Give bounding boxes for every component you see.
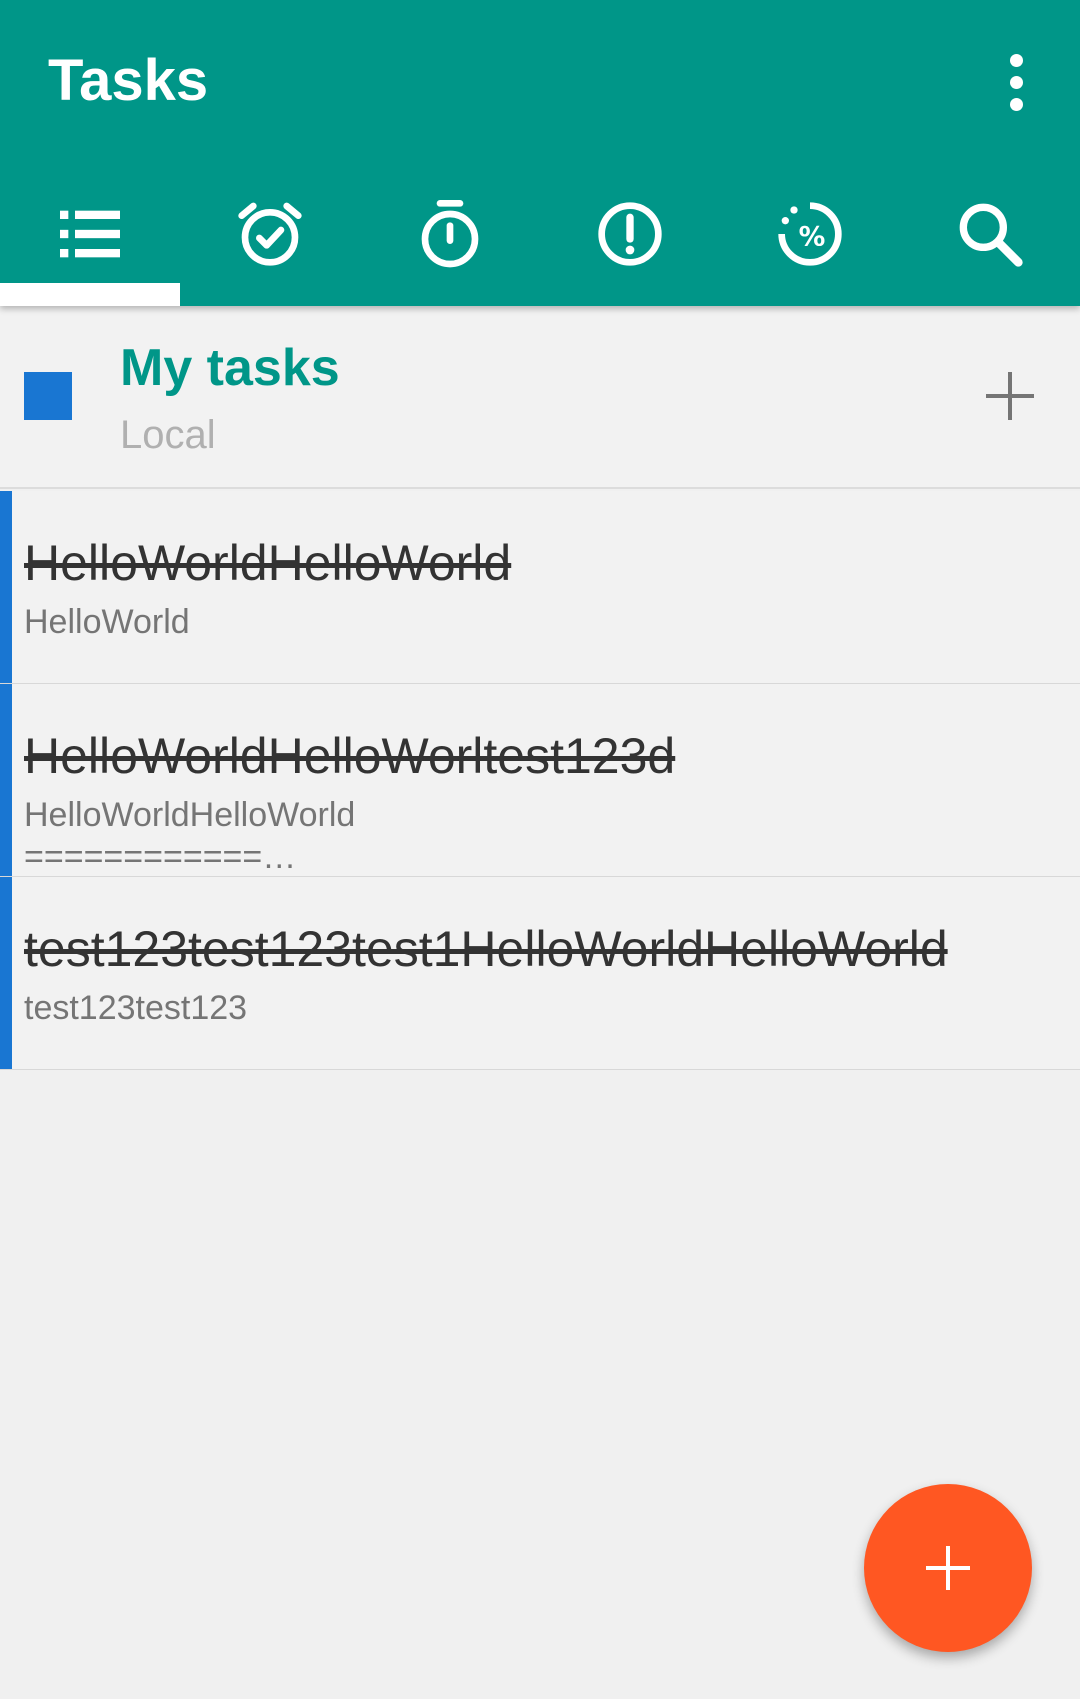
selected-tab-indicator xyxy=(0,283,180,306)
svg-text:%: % xyxy=(799,221,826,252)
progress-percent-icon: % xyxy=(778,202,842,266)
task-title: HelloWorldHelloWorltest123d xyxy=(24,728,676,784)
task-notes: HelloWorld xyxy=(24,603,190,641)
timer-icon xyxy=(421,200,479,268)
tab-search[interactable] xyxy=(900,178,1080,306)
tab-bar: % xyxy=(0,178,1080,306)
tab-due[interactable] xyxy=(360,178,540,306)
tab-all-tasks[interactable] xyxy=(0,178,180,306)
task-title: test123test123test1HelloWorldHelloWorld xyxy=(24,921,948,977)
add-task-button[interactable] xyxy=(864,1484,1032,1652)
task-item[interactable]: test123test123test1HelloWorldHelloWorld … xyxy=(0,877,1080,1070)
task-list-header[interactable]: My tasks Local xyxy=(0,306,1080,489)
task-item[interactable]: HelloWorldHelloWorltest123d HelloWorldHe… xyxy=(0,684,1080,877)
task-title: HelloWorldHelloWorld xyxy=(24,535,512,591)
tab-progress[interactable]: % xyxy=(720,178,900,306)
task-item[interactable]: HelloWorldHelloWorld HelloWorld xyxy=(0,491,1080,684)
list-icon xyxy=(60,210,120,258)
more-vert-icon[interactable] xyxy=(984,44,1048,120)
list-account: Local xyxy=(120,413,216,457)
plus-icon[interactable] xyxy=(980,366,1040,426)
app-bar: Tasks % xyxy=(0,0,1080,306)
app-title: Tasks xyxy=(48,48,209,113)
tab-reminders[interactable] xyxy=(180,178,360,306)
list-color-swatch xyxy=(24,372,72,420)
task-notes: HelloWorldHelloWorld ============… xyxy=(24,796,356,876)
task-notes: test123test123 xyxy=(24,989,248,1027)
alarm-check-icon xyxy=(238,202,302,266)
priority-icon xyxy=(598,202,662,266)
search-icon xyxy=(959,203,1023,267)
task-list: HelloWorldHelloWorld HelloWorld HelloWor… xyxy=(0,491,1080,1070)
list-name: My tasks xyxy=(120,339,340,397)
tab-priority[interactable] xyxy=(540,178,720,306)
